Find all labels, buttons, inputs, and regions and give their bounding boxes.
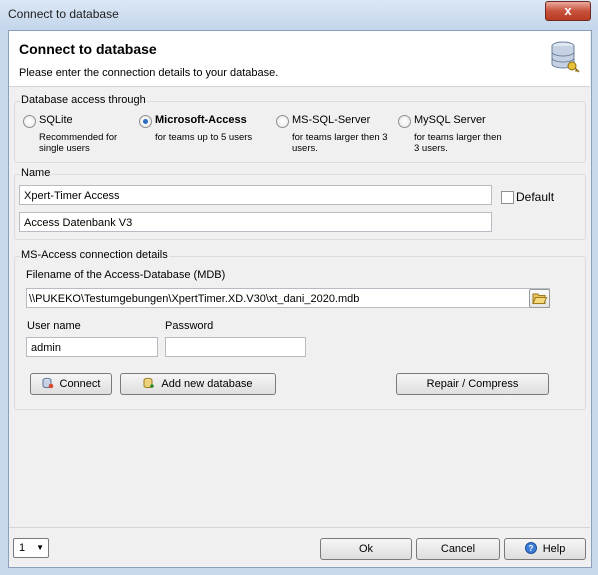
default-label[interactable]: Default	[516, 190, 554, 204]
radio-access-label[interactable]: Microsoft-Access	[155, 114, 247, 126]
password-label: Password	[165, 320, 214, 332]
name-field[interactable]: Xpert-Timer Access	[19, 185, 492, 205]
browse-button[interactable]	[529, 289, 550, 308]
access-desc-1: for teams up to 5 users	[155, 132, 253, 143]
details-group-label: MS-Access connection details	[20, 249, 169, 261]
filename-label: Filename of the Access-Database (MDB)	[26, 269, 226, 281]
connect-button[interactable]: Connect	[30, 373, 112, 395]
mysql-desc-2: 3 users.	[414, 143, 448, 154]
password-field[interactable]	[165, 337, 306, 357]
default-checkbox[interactable]	[501, 191, 514, 204]
username-label: User name	[27, 320, 81, 332]
radio-access[interactable]	[139, 115, 152, 128]
database-add-icon	[143, 377, 155, 389]
add-database-label: Add new database	[161, 378, 253, 390]
footer-separator	[9, 527, 590, 528]
repair-compress-button[interactable]: Repair / Compress	[396, 373, 549, 395]
radio-sqlite-label[interactable]: SQLite	[39, 114, 73, 126]
page-combo-value: 1	[19, 542, 26, 554]
window-title: Connect to database	[8, 7, 119, 21]
chevron-down-icon: ▼	[36, 543, 44, 552]
repair-compress-label: Repair / Compress	[426, 378, 519, 390]
username-field[interactable]: admin	[26, 337, 158, 357]
database-connect-icon	[42, 377, 53, 389]
header-subtitle: Please enter the connection details to y…	[19, 67, 279, 79]
mssql-desc-1: for teams larger then 3	[292, 132, 388, 143]
database-key-icon	[551, 41, 580, 73]
folder-open-icon	[532, 293, 548, 304]
svg-text:?: ?	[528, 544, 533, 553]
help-icon: ?	[524, 542, 537, 554]
access-group-label: Database access through	[20, 94, 147, 106]
cancel-label: Cancel	[440, 543, 476, 555]
filename-field[interactable]: \\PUKEKO\Testumgebungen\XpertTimer.XD.V3…	[26, 288, 550, 308]
radio-mssql-label[interactable]: MS-SQL-Server	[292, 114, 370, 126]
add-database-button[interactable]: Add new database	[120, 373, 276, 395]
radio-mysql-label[interactable]: MySQL Server	[414, 114, 486, 126]
help-button[interactable]: ? Help	[504, 538, 586, 560]
sqlite-desc-1: Recommended for	[39, 132, 118, 143]
name-group-label: Name	[20, 167, 52, 179]
header-title: Connect to database	[19, 41, 157, 57]
help-label: Help	[542, 543, 566, 555]
page-combo[interactable]: 1 ▼	[13, 538, 49, 558]
radio-mssql[interactable]	[276, 115, 289, 128]
sqlite-desc-2: single users	[39, 143, 90, 154]
close-button[interactable]: x	[545, 1, 591, 21]
mssql-desc-2: users.	[292, 143, 318, 154]
ok-button[interactable]: Ok	[320, 538, 412, 560]
mysql-desc-1: for teams larger then	[414, 132, 502, 143]
connect-label: Connect	[59, 378, 101, 390]
ok-label: Ok	[358, 543, 374, 555]
radio-mysql[interactable]	[398, 115, 411, 128]
description-field[interactable]: Access Datenbank V3	[19, 212, 492, 232]
radio-sqlite[interactable]	[23, 115, 36, 128]
cancel-button[interactable]: Cancel	[416, 538, 500, 560]
